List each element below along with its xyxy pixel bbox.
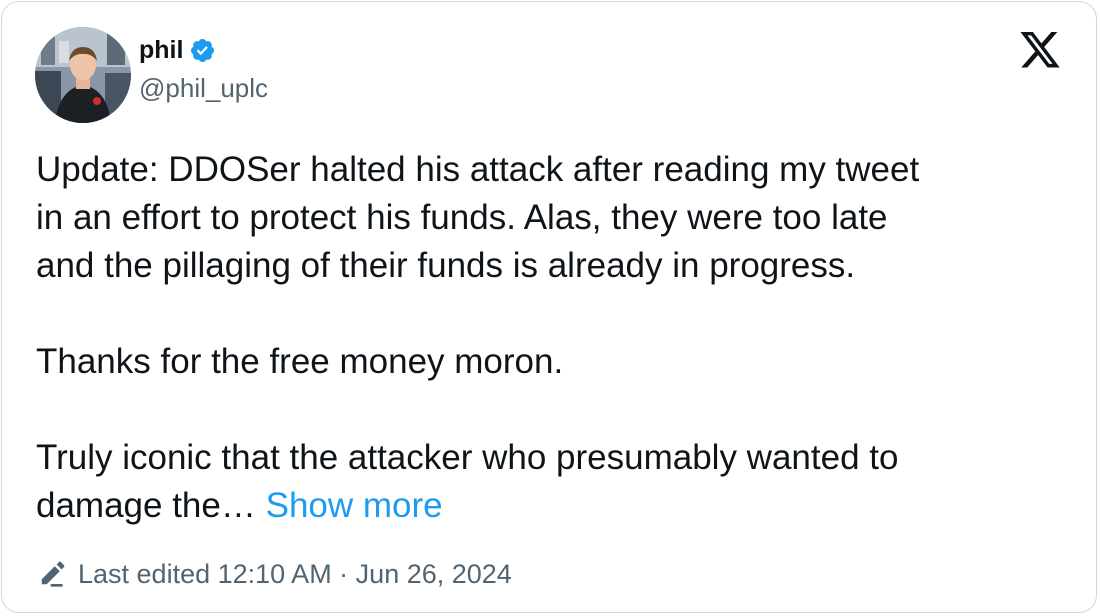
tweet-header: phil @phil_uplc [35,27,268,123]
show-more-link[interactable]: Show more [266,486,443,525]
tweet-footer: Last edited 12:10 AM · Jun 26, 2024 [36,554,512,594]
pencil-icon [36,558,68,590]
last-edited-text[interactable]: Last edited 12:10 AM · Jun 26, 2024 [78,559,512,590]
tweet-paragraph-3: Truly iconic that the attacker who presu… [36,434,1066,530]
tweet-text: Update: DDOSer halted his attack after r… [36,146,1066,530]
tweet-paragraph-1: Update: DDOSer halted his attack after r… [36,150,920,285]
display-name[interactable]: phil [139,33,183,67]
tweet-paragraph-3-text: Truly iconic that the attacker who presu… [36,438,899,525]
verified-badge-icon [189,37,216,64]
author-identity: phil @phil_uplc [139,27,268,105]
avatar[interactable] [35,27,131,123]
tweet-card: phil @phil_uplc Update: DDOSer halted hi… [1,1,1097,613]
tweet-paragraph-2: Thanks for the free money moron. [36,342,564,381]
avatar-photo [35,27,131,123]
author-handle[interactable]: @phil_uplc [139,71,268,105]
x-logo-icon[interactable] [1018,32,1062,72]
name-row: phil [139,33,268,67]
